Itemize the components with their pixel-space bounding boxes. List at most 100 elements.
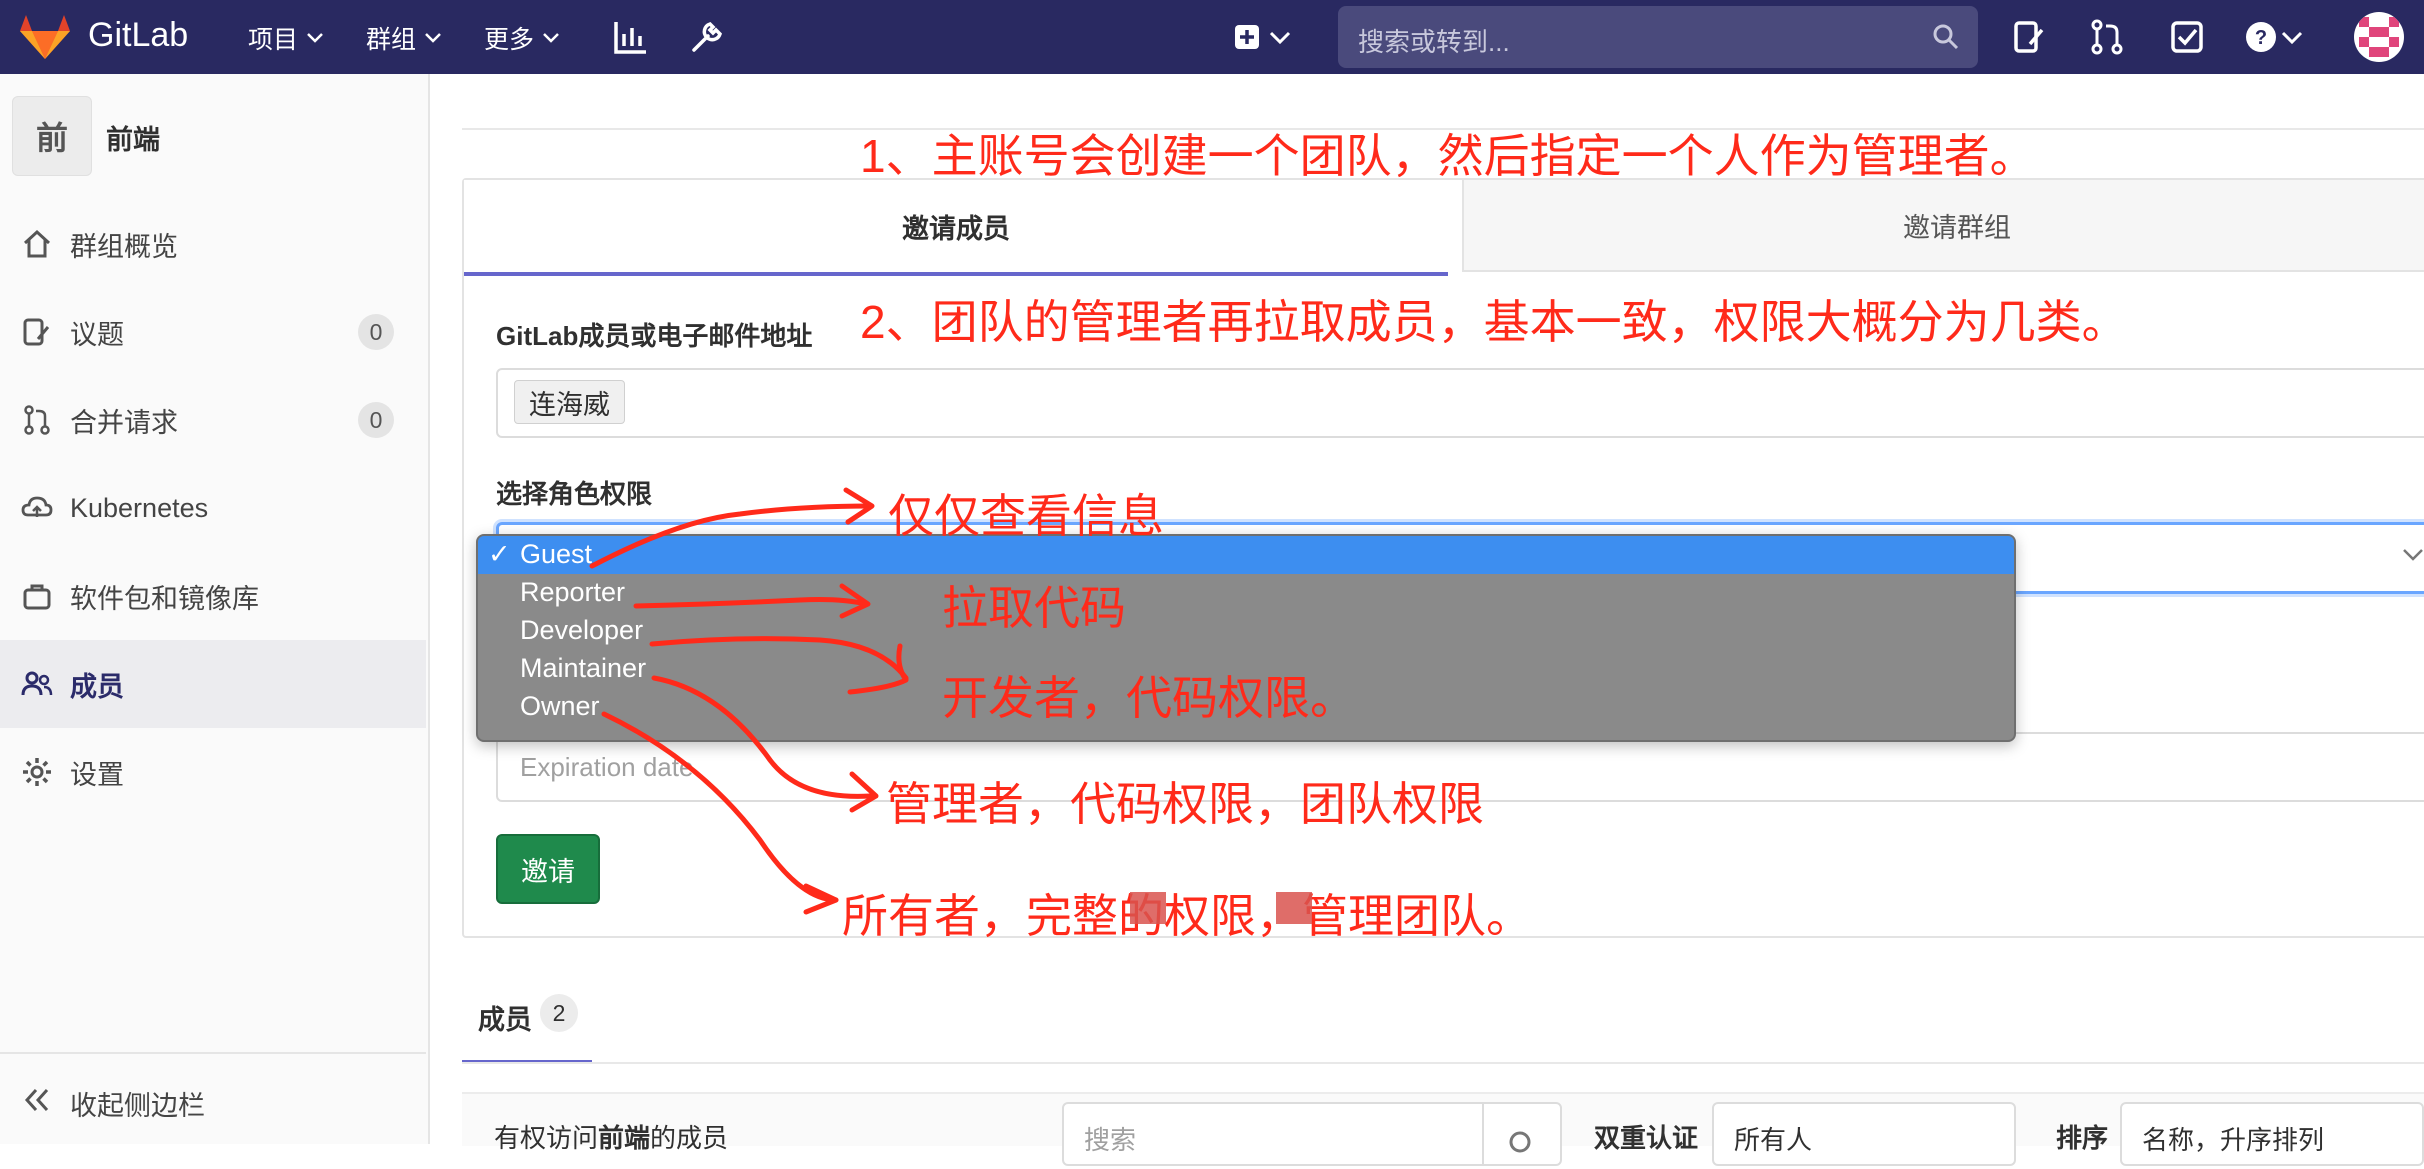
sidebar-item-kubernetes[interactable]: Kubernetes xyxy=(0,464,426,552)
invite-button-label: 邀请 xyxy=(521,856,575,887)
top-navbar: GitLab 项目 群组 更多 搜索或转到... ? xyxy=(0,0,2424,74)
menu-groups[interactable]: 群组 xyxy=(366,20,442,56)
wrench-icon[interactable] xyxy=(686,16,728,58)
annotation-note-2: 2、团队的管理者再拉取成员，基本一致，权限大概分为几类。 xyxy=(860,296,2128,348)
two-factor-select[interactable]: 所有人 xyxy=(1712,1102,2016,1166)
sidebar-item-label: 设置 xyxy=(70,759,124,790)
sidebar-item-settings[interactable]: 设置 xyxy=(0,728,426,816)
group-name[interactable]: 前端 xyxy=(106,118,160,157)
merge-request-icon[interactable] xyxy=(2086,16,2128,58)
chevron-down-icon xyxy=(425,33,441,43)
redaction-mark xyxy=(1130,892,1166,924)
brand-name[interactable]: GitLab xyxy=(88,16,188,55)
role-option-label: Owner xyxy=(520,691,600,721)
menu-more-label: 更多 xyxy=(484,26,535,54)
members-count-badge: 2 xyxy=(540,994,578,1032)
chevron-down-icon[interactable] xyxy=(1268,16,1292,58)
two-factor-label: 双重认证 xyxy=(1594,1123,1699,1153)
issues-icon[interactable] xyxy=(2008,16,2050,58)
menu-more[interactable]: 更多 xyxy=(484,20,560,56)
annotation-reporter: 拉取代码 xyxy=(942,582,1126,634)
annotation-note-1: 1、主账号会创建一个团队，然后指定一个人作为管理者。 xyxy=(860,130,2036,182)
help-icon[interactable]: ? xyxy=(2240,16,2282,58)
members-search-button[interactable] xyxy=(1482,1104,1560,1164)
chevron-down-icon xyxy=(543,33,559,43)
annotation-maintainer: 管理者，代码权限，团队权限 xyxy=(886,778,1484,830)
role-option-guest[interactable]: ✓ Guest xyxy=(478,536,2014,574)
members-filter-row: 有权访问前端的成员 搜索 双重认证 所有人 排序 名称，升序排列 xyxy=(462,1092,2424,1166)
collapse-sidebar-label: 收起侧边栏 xyxy=(70,1091,205,1121)
checkmark-icon: ✓ xyxy=(488,539,511,569)
issues-icon xyxy=(23,318,50,346)
sidebar-item-label: 议题 xyxy=(70,319,124,350)
tab-members[interactable]: 成员 2 xyxy=(462,982,592,1064)
merge-requests-count-badge: 0 xyxy=(358,402,394,438)
gitlab-logo-icon[interactable] xyxy=(18,13,72,61)
sort-label: 排序 xyxy=(2056,1123,2109,1153)
menu-groups-label: 群组 xyxy=(366,26,417,54)
sidebar: 前 前端 群组概览 议题 0 合并请求 0 Kubernetes 软件包和镜像库… xyxy=(0,74,430,1144)
member-field-label: GitLab成员或电子邮件地址 xyxy=(496,321,813,351)
annotation-owner: 所有者，完整的权限，管理团队。 xyxy=(842,890,1532,942)
search-icon xyxy=(1933,24,1959,50)
members-description: 有权访问前端的成员 xyxy=(494,1118,728,1155)
svg-text:?: ? xyxy=(2255,27,2267,49)
group-avatar[interactable]: 前 xyxy=(12,96,92,176)
role-option-developer[interactable]: Developer xyxy=(478,612,2014,650)
double-chevron-left-icon xyxy=(24,1088,49,1112)
sidebar-item-packages[interactable]: 软件包和镜像库 xyxy=(0,552,426,640)
two-factor-value: 所有人 xyxy=(1734,1125,1813,1155)
selected-member-token[interactable]: 连海威 xyxy=(514,380,625,424)
search-icon xyxy=(1509,1131,1531,1153)
merge-request-icon xyxy=(24,405,50,435)
role-field-label: 选择角色权限 xyxy=(496,479,653,509)
sidebar-item-label: 群组概览 xyxy=(70,231,178,262)
avatar-pattern-icon xyxy=(2359,17,2399,57)
new-plus-icon[interactable] xyxy=(1228,16,1270,58)
annotation-guest: 仅仅查看信息 xyxy=(888,490,1164,542)
role-option-label: Developer xyxy=(520,615,644,645)
sidebar-item-members[interactable]: 成员 xyxy=(0,640,426,728)
sidebar-item-merge-requests[interactable]: 合并请求 0 xyxy=(0,376,426,464)
chevron-down-icon xyxy=(2403,549,2423,561)
search-placeholder: 搜索或转到... xyxy=(1358,27,1510,57)
tab-invite-members[interactable]: 邀请成员 xyxy=(464,180,1448,276)
invite-button[interactable]: 邀请 xyxy=(496,834,600,904)
role-option-label: Maintainer xyxy=(520,653,647,683)
global-search-input[interactable]: 搜索或转到... xyxy=(1338,6,1978,68)
issues-count-badge: 0 xyxy=(358,314,394,350)
sidebar-item-label: 软件包和镜像库 xyxy=(70,583,259,614)
home-icon xyxy=(23,229,51,258)
member-search-input[interactable]: 连海威 xyxy=(496,368,2424,438)
group-header[interactable]: 前 前端 xyxy=(12,96,412,176)
chevron-down-icon xyxy=(307,33,323,43)
menu-projects[interactable]: 项目 xyxy=(248,20,324,56)
user-avatar[interactable] xyxy=(2354,12,2404,62)
chevron-down-icon[interactable] xyxy=(2280,16,2304,58)
redaction-mark xyxy=(1276,892,1312,924)
users-icon xyxy=(21,671,53,696)
package-icon xyxy=(23,584,51,610)
menu-projects-label: 项目 xyxy=(248,26,299,54)
collapse-sidebar-button[interactable]: 收起侧边栏 xyxy=(0,1052,426,1146)
kubernetes-cloud-icon xyxy=(21,496,53,517)
sidebar-item-label: Kubernetes xyxy=(70,492,209,523)
todo-check-icon[interactable] xyxy=(2166,16,2208,58)
sort-select[interactable]: 名称，升序排列 xyxy=(2120,1102,2424,1166)
sort-value: 名称，升序排列 xyxy=(2142,1125,2325,1155)
tab-label: 邀请群组 xyxy=(1903,212,2011,243)
gear-icon xyxy=(23,758,51,786)
sidebar-item-issues[interactable]: 议题 0 xyxy=(0,288,426,376)
sidebar-item-group-overview[interactable]: 群组概览 xyxy=(0,200,426,288)
role-option-reporter[interactable]: Reporter xyxy=(478,574,2014,612)
desc-group: 前端 xyxy=(598,1123,651,1153)
role-option-label: Guest xyxy=(520,539,593,569)
members-search-input[interactable]: 搜索 xyxy=(1062,1102,1562,1166)
sidebar-item-label: 合并请求 xyxy=(70,407,178,438)
divider xyxy=(462,1062,2424,1064)
date-placeholder: Expiration date xyxy=(520,752,694,782)
tab-invite-group[interactable]: 邀请群组 xyxy=(1462,180,2424,272)
analytics-chart-icon[interactable] xyxy=(610,16,652,58)
desc-prefix: 有权访问 xyxy=(494,1123,599,1153)
tab-members-label: 成员 xyxy=(478,1005,532,1035)
